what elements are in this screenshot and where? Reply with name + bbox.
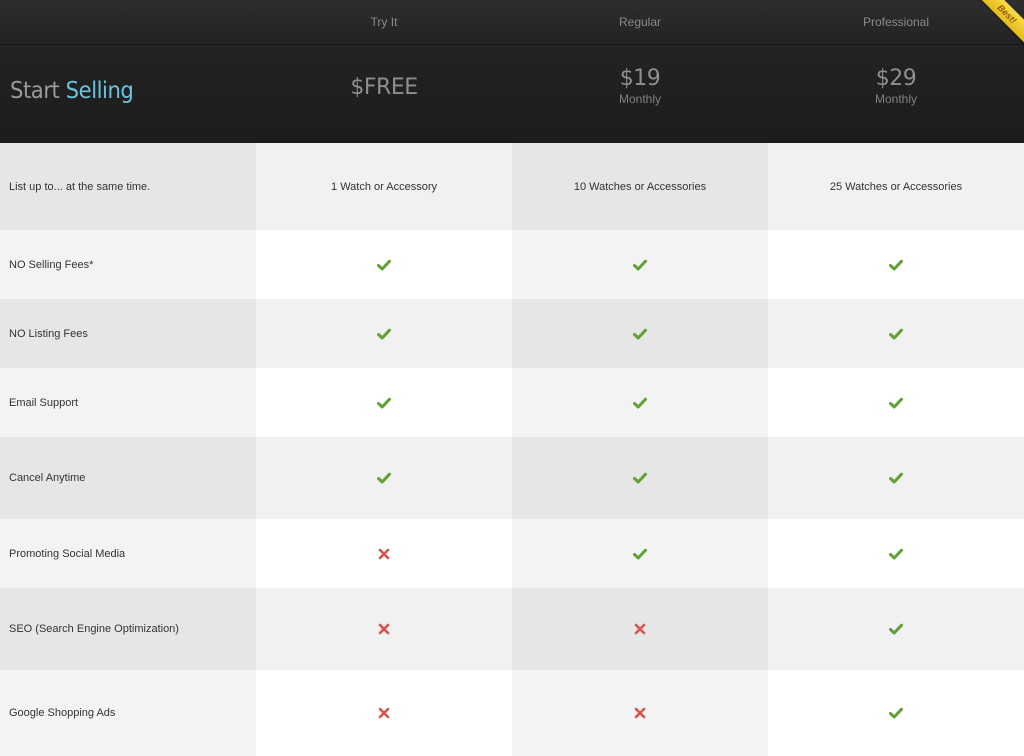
- title-selling: Selling: [65, 78, 134, 104]
- price-period: Monthly: [618, 92, 662, 106]
- feature-cell: 25 Watches or Accessories: [768, 143, 1024, 230]
- table-row: Google Shopping Ads: [0, 670, 1024, 756]
- table-row: NO Selling Fees*: [0, 230, 1024, 299]
- check-icon: [889, 623, 903, 635]
- check-icon: [889, 259, 903, 270]
- pricing-header: Try It Regular Professional Start Sellin…: [0, 0, 1024, 143]
- feature-cell: [768, 519, 1024, 588]
- price-professional[interactable]: $29 Monthly: [768, 64, 1024, 106]
- feature-cell: [768, 368, 1024, 437]
- check-icon: [633, 548, 647, 559]
- feature-label: SEO (Search Engine Optimization): [0, 588, 256, 670]
- pricing-table: Try It Regular Professional Start Sellin…: [0, 0, 1024, 756]
- feature-label: Google Shopping Ads: [0, 670, 256, 756]
- tier-bar: Try It Regular Professional: [0, 0, 1024, 45]
- page-title: Start Selling: [10, 78, 134, 104]
- check-icon: [889, 328, 903, 339]
- feature-cell: [768, 299, 1024, 368]
- feature-cell: [512, 670, 768, 756]
- feature-cell: [512, 588, 768, 670]
- feature-cell: [256, 230, 512, 299]
- tier-name-try-it: Try It: [370, 15, 398, 29]
- table-row: SEO (Search Engine Optimization): [0, 588, 1024, 670]
- feature-cell: [512, 368, 768, 437]
- check-icon: [633, 472, 647, 484]
- price-amount: $29: [875, 66, 917, 91]
- price-regular[interactable]: $19 Monthly: [512, 64, 768, 106]
- cross-icon: [378, 548, 390, 559]
- feature-cell: [512, 230, 768, 299]
- table-row: Promoting Social Media: [0, 519, 1024, 588]
- cross-icon: [634, 623, 646, 635]
- table-row: Cancel Anytime: [0, 437, 1024, 519]
- check-icon: [889, 548, 903, 559]
- table-row: List up to... at the same time. 1 Watch o…: [0, 143, 1024, 230]
- feature-cell: [512, 519, 768, 588]
- cross-icon: [378, 707, 390, 719]
- feature-cell: 1 Watch or Accessory: [256, 143, 512, 230]
- check-icon: [633, 259, 647, 270]
- feature-cell: [512, 299, 768, 368]
- feature-cell: [768, 437, 1024, 519]
- cross-icon: [378, 623, 390, 635]
- check-icon: [889, 707, 903, 719]
- feature-label: NO Listing Fees: [0, 299, 256, 368]
- check-icon: [377, 328, 391, 339]
- tier-name-professional: Professional: [862, 15, 930, 29]
- table-row: Email Support: [0, 368, 1024, 437]
- feature-cell: [256, 437, 512, 519]
- feature-cell: [256, 519, 512, 588]
- feature-label: NO Selling Fees*: [0, 230, 256, 299]
- price-try-it[interactable]: $FREE: [256, 73, 512, 103]
- feature-label: Cancel Anytime: [0, 437, 256, 519]
- cross-icon: [634, 707, 646, 719]
- price-amount: $FREE: [350, 75, 418, 100]
- tier-name-regular: Regular: [618, 15, 662, 29]
- table-row: NO Listing Fees: [0, 299, 1024, 368]
- check-icon: [377, 397, 391, 408]
- feature-cell: [256, 368, 512, 437]
- feature-label: Email Support: [0, 368, 256, 437]
- feature-cell: [512, 437, 768, 519]
- feature-cell: [768, 670, 1024, 756]
- price-period: Monthly: [874, 92, 918, 106]
- price-amount: $19: [619, 66, 661, 91]
- check-icon: [889, 397, 903, 408]
- feature-cell: [256, 670, 512, 756]
- feature-cell: [768, 230, 1024, 299]
- feature-label: List up to... at the same time.: [0, 143, 256, 230]
- check-icon: [633, 328, 647, 339]
- feature-label: Promoting Social Media: [0, 519, 256, 588]
- check-icon: [633, 397, 647, 408]
- feature-cell: [256, 588, 512, 670]
- feature-cell: [256, 299, 512, 368]
- check-icon: [377, 472, 391, 484]
- title-start: Start: [10, 78, 60, 104]
- check-icon: [377, 259, 391, 270]
- check-icon: [889, 472, 903, 484]
- feature-cell: 10 Watches or Accessories: [512, 143, 768, 230]
- feature-cell: [768, 588, 1024, 670]
